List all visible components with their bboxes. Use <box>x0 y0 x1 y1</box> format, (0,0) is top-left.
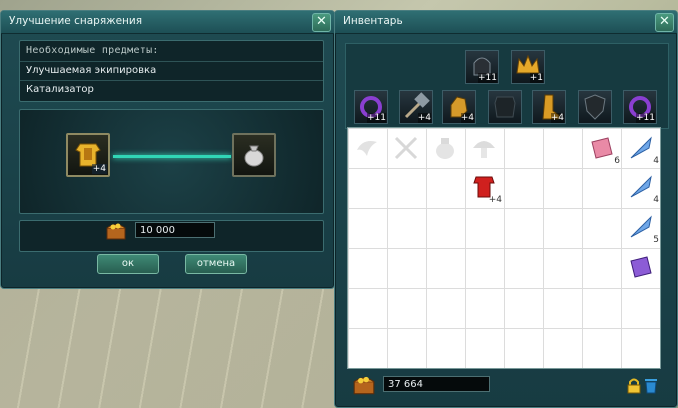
equip-slot-shield[interactable] <box>578 90 612 124</box>
inventory-titlebar[interactable]: Инвентарь ✕ <box>335 11 677 34</box>
inventory-item[interactable] <box>427 130 463 166</box>
inventory-item[interactable] <box>466 130 502 166</box>
shield-icon <box>584 94 606 120</box>
inventory-item[interactable]: +4 <box>466 169 502 205</box>
crossed-swords-icon <box>394 136 418 160</box>
inventory-item[interactable] <box>349 130 385 166</box>
equipment-slot[interactable]: +4 <box>66 133 110 177</box>
gold-amount-field: 37 664 <box>383 376 490 392</box>
item-count: 5 <box>653 235 659 245</box>
required-header: Необходимые предметы: <box>26 45 159 56</box>
equip-badge: +11 <box>478 73 497 83</box>
equip-slot-gloves[interactable]: +4 <box>442 90 476 124</box>
equip-slot-boots[interactable]: +4 <box>532 90 566 124</box>
purple-book-icon <box>630 256 652 278</box>
item-count: 6 <box>614 156 620 166</box>
inventory-item[interactable]: 4 <box>623 169 659 205</box>
bag-icon <box>436 138 454 159</box>
equip-slot-helmet[interactable]: +11 <box>465 50 499 84</box>
equip-slot-ring-right[interactable]: +11 <box>623 90 657 124</box>
equip-slot-weapon[interactable]: +4 <box>399 90 433 124</box>
close-icon[interactable]: ✕ <box>312 13 331 32</box>
feather-icon <box>630 215 652 238</box>
item-count: 4 <box>653 195 659 205</box>
item-count: 4 <box>653 156 659 166</box>
required-item-catalyst: Катализатор <box>26 84 94 95</box>
equip-badge: +4 <box>460 113 474 123</box>
trash-icon[interactable] <box>643 376 659 394</box>
inventory-item[interactable] <box>623 249 659 285</box>
upgrade-cost-field: 10 000 <box>135 222 215 238</box>
gold-chest-icon <box>106 223 126 240</box>
armor-icon <box>494 96 516 118</box>
required-items-panel: Необходимые предметы: Улучшаемая экипиро… <box>19 40 324 102</box>
inventory-item[interactable]: 5 <box>623 209 659 245</box>
upgrade-titlebar[interactable]: Улучшение снаряжения ✕ <box>1 11 334 34</box>
equip-badge: +4 <box>550 113 564 123</box>
upgrade-slots-panel <box>19 109 324 214</box>
equip-badge: +11 <box>367 113 386 123</box>
equip-badge: +1 <box>529 73 543 83</box>
background-floor <box>0 285 340 408</box>
equip-slot-crown[interactable]: +1 <box>511 50 545 84</box>
catalyst-slot[interactable] <box>232 133 276 177</box>
gold-chest-icon <box>353 376 375 395</box>
inventory-title: Инвентарь <box>343 15 403 27</box>
catalyst-bag-icon <box>244 145 264 167</box>
inventory-item[interactable] <box>388 130 424 166</box>
inventory-item[interactable]: 6 <box>584 130 620 166</box>
upgrade-window: Улучшение снаряжения ✕ Необходимые предм… <box>0 10 335 289</box>
lock-icon[interactable] <box>627 378 641 394</box>
pink-book-icon <box>591 137 613 159</box>
upgrade-title: Улучшение снаряжения <box>9 15 143 27</box>
equip-slot-armor[interactable] <box>488 90 522 124</box>
mushroom-icon <box>473 141 495 158</box>
feather-icon <box>630 136 652 159</box>
equipment-badge: +4 <box>91 164 107 174</box>
wing-icon <box>357 141 377 156</box>
required-item-equipment: Улучшаемая экипировка <box>26 65 157 76</box>
close-icon[interactable]: ✕ <box>655 13 674 32</box>
ok-button[interactable]: ок <box>97 254 159 274</box>
cancel-button[interactable]: отмена <box>185 254 247 274</box>
equip-badge: +4 <box>417 113 431 123</box>
feather-icon <box>630 175 652 198</box>
upgrade-beam <box>113 155 231 158</box>
inventory-item[interactable]: 4 <box>623 130 659 166</box>
item-count: +4 <box>488 195 502 205</box>
equip-slot-ring-left[interactable]: +11 <box>354 90 388 124</box>
equip-badge: +11 <box>636 113 655 123</box>
